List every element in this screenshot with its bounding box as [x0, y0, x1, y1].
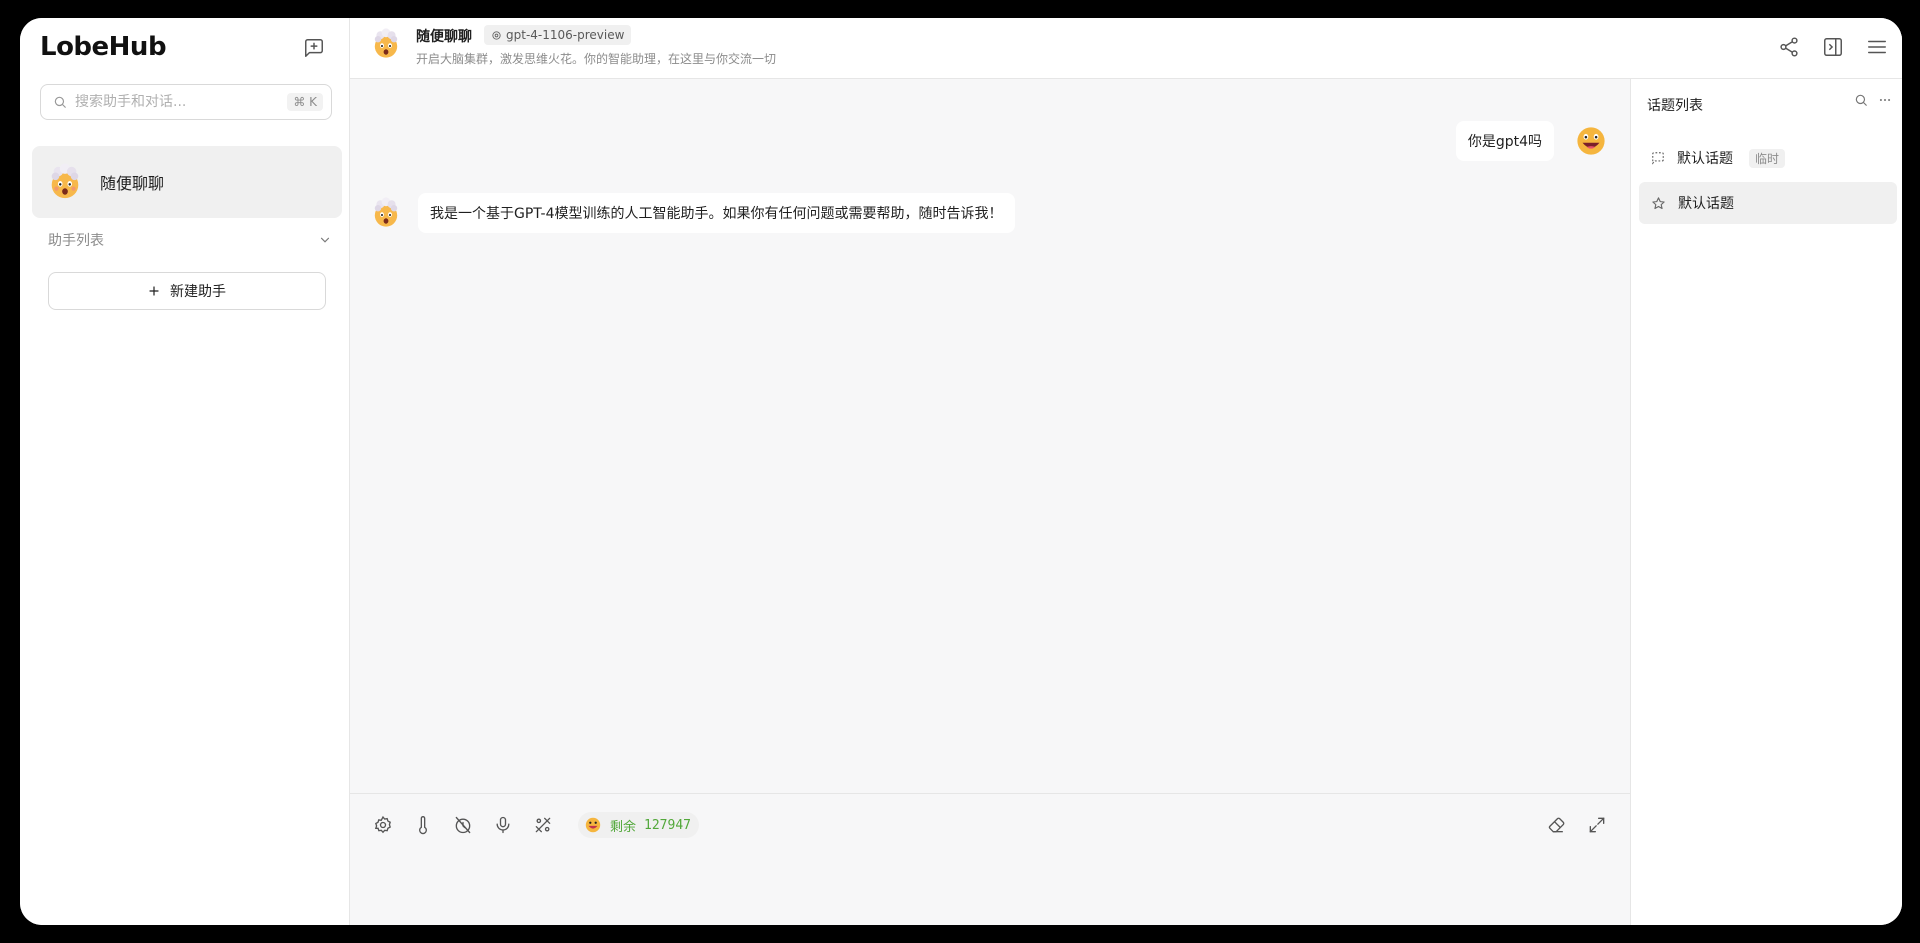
search-shortcut-badge: ⌘ K [287, 93, 323, 111]
tools-icon [535, 817, 551, 833]
model-name: gpt-4-1106-preview [506, 28, 625, 42]
model-tag[interactable]: gpt-4-1106-preview [484, 25, 632, 45]
mind-blown-emoji-icon [374, 28, 398, 58]
input-toolbar: 剩余 127947 [370, 812, 699, 838]
message-list: 你是gpt4吗 我是一个基于GPT-4模型训练的人工智能助手。如果你有任何问题或… [350, 79, 1630, 793]
topic-label: 默认话题 [1678, 196, 1734, 212]
search-box: ⌘ K [40, 84, 332, 120]
grinning-face-emoji-icon [585, 817, 601, 833]
app-window: LobeHub ⌘ K 随便聊聊 助手列表 [20, 18, 1902, 925]
token-value: 127947 [644, 817, 691, 833]
topic-panel: 话题列表 默认话题 临时 默认话题 [1630, 79, 1902, 925]
temperature-button[interactable] [410, 812, 436, 838]
share-button[interactable] [1774, 32, 1804, 62]
plus-icon [149, 286, 159, 296]
header-actions [1774, 32, 1892, 62]
expand-icon [1589, 817, 1605, 833]
brand-logo: LobeHub [40, 32, 167, 62]
menu-button[interactable] [1862, 32, 1892, 62]
search-icon[interactable] [1854, 93, 1868, 107]
temperature-icon [419, 816, 427, 835]
search-icon [54, 96, 66, 108]
mind-blown-emoji-icon [374, 197, 398, 227]
chat-header: 随便聊聊 gpt-4-1106-preview 开启大脑集群，激发思维火花。你的… [350, 18, 1902, 79]
sidebar: LobeHub ⌘ K 随便聊聊 助手列表 [20, 18, 350, 925]
message-bubble[interactable]: 你是gpt4吗 [1455, 121, 1554, 161]
openai-icon [492, 30, 501, 40]
settings-icon [374, 815, 391, 834]
more-icon[interactable] [1878, 93, 1892, 107]
topic-actions [1854, 93, 1892, 107]
topic-list-title: 话题列表 [1647, 98, 1703, 114]
content-row: 你是gpt4吗 我是一个基于GPT-4模型训练的人工智能助手。如果你有任何问题或… [350, 79, 1902, 925]
chat-title[interactable]: 随便聊聊 [416, 26, 472, 46]
message-square-dashed-icon [1652, 152, 1664, 165]
settings-button[interactable] [370, 812, 396, 838]
topic-label: 默认话题 [1677, 151, 1733, 167]
toggle-panel-button[interactable] [1818, 32, 1848, 62]
history-off-icon [455, 816, 471, 834]
assistant-list-header[interactable]: 助手列表 [48, 230, 332, 250]
topic-item-default[interactable]: 默认话题 [1639, 182, 1897, 224]
voice-button[interactable] [490, 812, 516, 838]
share-icon [1780, 37, 1798, 57]
token-usage-badge[interactable]: 剩余 127947 [578, 812, 699, 838]
history-button[interactable] [450, 812, 476, 838]
message-plus-icon [305, 39, 323, 57]
mind-blown-emoji-icon [51, 163, 79, 199]
grinning-face-emoji-icon [1577, 127, 1605, 155]
search-input[interactable] [75, 94, 288, 110]
message-bubble[interactable]: 我是一个基于GPT-4模型训练的人工智能助手。如果你有任何问题或需要帮助，随时告… [418, 193, 1015, 233]
microphone-icon [496, 816, 510, 834]
chat-description: 开启大脑集群，激发思维火花。你的智能助理，在这里与你交流一切 [416, 52, 777, 66]
new-assistant-button[interactable]: 新建助手 [48, 272, 326, 310]
new-assistant-label: 新建助手 [170, 284, 226, 300]
panel-right-icon [1824, 38, 1842, 56]
user-message: 你是gpt4吗 [1455, 121, 1608, 161]
expand-button[interactable] [1584, 812, 1610, 838]
assistant-message: 我是一个基于GPT-4模型训练的人工智能助手。如果你有任何问题或需要帮助，随时告… [370, 193, 1015, 233]
clear-button[interactable] [1544, 812, 1570, 838]
temporary-tag: 临时 [1749, 148, 1786, 168]
tools-button[interactable] [530, 812, 556, 838]
new-chat-button[interactable] [300, 34, 328, 62]
assistant-list-label: 助手列表 [48, 233, 104, 249]
star-icon[interactable] [1651, 196, 1666, 211]
topic-item-temporary[interactable]: 默认话题 临时 [1639, 137, 1897, 179]
main-panel: 随便聊聊 gpt-4-1106-preview 开启大脑集群，激发思维火花。你的… [350, 18, 1902, 925]
session-label: 随便聊聊 [100, 174, 165, 193]
chat-column: 你是gpt4吗 我是一个基于GPT-4模型训练的人工智能助手。如果你有任何问题或… [350, 79, 1630, 925]
chevron-down-icon [320, 237, 330, 243]
input-right-actions [1544, 812, 1610, 838]
session-item-casual-chat[interactable]: 随便聊聊 [32, 146, 342, 218]
token-label: 剩余 [610, 819, 637, 835]
eraser-icon [1548, 817, 1565, 833]
menu-icon [1868, 40, 1886, 54]
chat-input-area: 剩余 127947 [350, 793, 1630, 925]
